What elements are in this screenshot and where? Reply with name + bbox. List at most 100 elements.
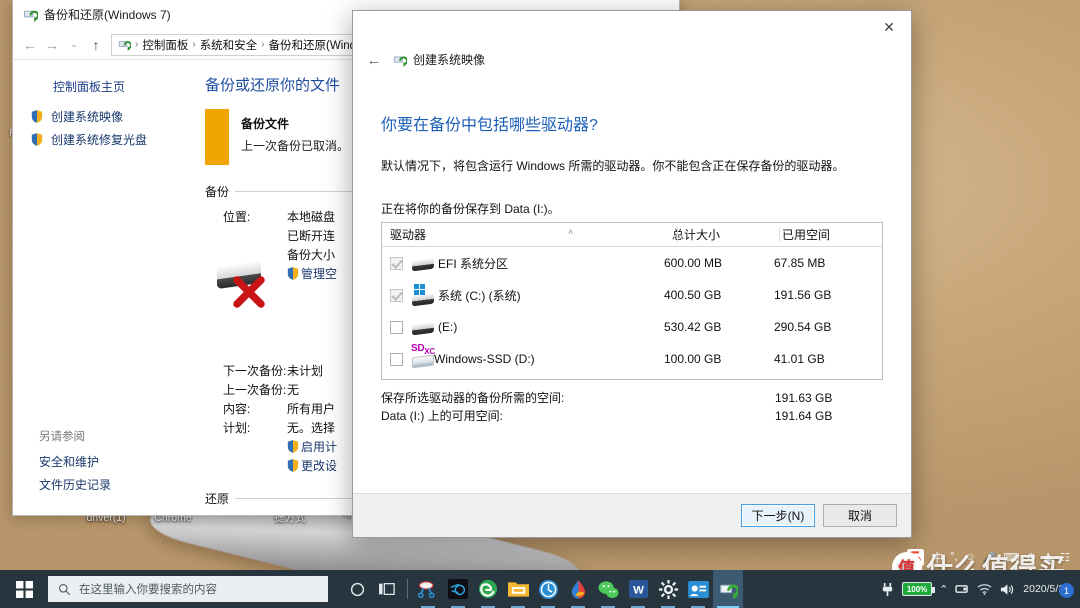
ime-mode-label[interactable]: 中 [931,549,943,566]
back-button[interactable]: ← [19,37,41,53]
ime-apps-icon[interactable]: ☷ [1060,551,1070,564]
drive-checkbox[interactable] [390,256,403,270]
edge-legacy-icon[interactable] [473,570,503,608]
sidebar-item-file-history[interactable]: 文件历史记录 [39,473,199,496]
breadcrumb-sep-1: › [192,39,196,50]
shield-icon [31,110,43,123]
drive-checkbox[interactable] [390,288,403,302]
cancel-button[interactable]: 取消 [823,504,897,527]
settings-gear-icon[interactable] [653,570,683,608]
search-placeholder: 在这里输入你要搜索的内容 [79,584,217,596]
ime-toolbox-icon[interactable]: ⚙ [1026,551,1036,564]
create-system-image-icon[interactable] [713,570,743,608]
drive-checkbox[interactable] [390,320,403,334]
sdxc-card-icon: SDXC [410,343,438,370]
backup-restore-icon [23,10,38,22]
forward-button[interactable]: → [41,37,63,53]
hard-drive-icon [410,252,438,274]
space-summary: 保存所选驱动器的备份所需的空间: 191.63 GB Data (I:) 上的可… [381,380,883,425]
drive-table-header: 驱动器 ˄ 总计大小 已用空间 [382,223,882,247]
table-row[interactable]: 系统 (C:) (系统) 400.50 GB 191.56 GB [382,279,882,311]
back-icon[interactable]: ← [363,49,385,71]
next-button[interactable]: 下一步(N) [741,504,815,527]
ime-keyboard-icon[interactable]: ⌨ [1003,551,1019,564]
battery-indicator[interactable]: 100% [902,582,936,596]
breadcrumb-item-0[interactable]: 控制面板 [142,37,188,53]
shield-icon [287,267,299,280]
column-header-used-space[interactable]: 已用空间 [774,226,882,243]
dialog-footer: 下一步(N) 取消 [353,493,911,537]
backup-restore-icon [118,41,131,51]
required-space-value: 191.63 GB [775,391,833,405]
sogou-icon[interactable] [907,548,925,566]
task-view-icon[interactable] [372,570,402,608]
drive-name: (E:) [438,320,458,334]
system-tray: 100% ⌃ 2020/5/23 [880,582,1080,597]
sidebar-item-security-maintenance[interactable]: 安全和维护 [39,450,199,473]
contents-label: 内容: [223,402,251,416]
change-settings-label: 更改设 [301,459,338,473]
breadcrumb-item-1[interactable]: 系统和安全 [200,37,258,53]
card-accent-bar [205,109,229,165]
table-row[interactable]: (E:) 530.42 GB 290.54 GB [382,311,882,343]
drive-table[interactable]: 驱动器 ˄ 总计大小 已用空间 EFI 系统分区 600.00 MB 67.85… [381,222,883,380]
table-row[interactable]: SDXC Windows-SSD (D:) 100.00 GB 41.01 GB [382,343,882,375]
last-backup-label: 上一次备份: [223,383,287,397]
search-input[interactable]: 在这里输入你要搜索的内容 [48,576,328,602]
windows-system-drive-icon [410,284,438,307]
ime-skin-icon[interactable]: ♟ [1043,551,1053,564]
sidebar-item-create-system-image[interactable]: 创建系统映像 [27,105,191,128]
card-description: 上一次备份已取消。 [241,139,350,153]
blender-icon[interactable] [443,570,473,608]
taskbar: 在这里输入你要搜索的内容 W 100% ⌃ 2020/5/23 1 [0,570,1080,608]
close-icon[interactable]: ✕ [867,11,911,43]
sort-ascending-icon: ˄ [568,227,574,237]
usb-eject-icon[interactable] [955,583,970,595]
chevron-up-icon[interactable]: ⌃ [939,583,948,596]
dialog-app-title: 创建系统映像 [393,51,485,68]
wifi-icon[interactable] [977,583,992,595]
contacts-icon[interactable] [683,570,713,608]
recent-locations-button[interactable]: ⌄ [63,39,85,50]
drop-icon[interactable] [563,570,593,608]
file-explorer-icon[interactable] [503,570,533,608]
hard-drive-icon [410,316,438,338]
ime-emoji-icon[interactable]: ☺ [965,551,976,563]
see-also-label: 另请参阅 [39,431,85,443]
drive-total-size: 100.00 GB [664,352,722,366]
ime-punctuation-icon[interactable]: °, [950,551,957,563]
required-space-row: 保存所选驱动器的备份所需的空间: 191.63 GB [381,389,883,407]
word-icon[interactable]: W [623,570,653,608]
wechat-icon[interactable] [593,570,623,608]
shield-icon [31,133,43,146]
volume-icon[interactable] [999,583,1014,596]
ime-toolbar[interactable]: 中 °, ☺ 🎤 ⌨ ⚙ ♟ ☷ [901,546,1076,568]
column-header-drive[interactable]: 驱动器 [382,226,664,243]
drive-total-size: 530.42 GB [664,320,722,334]
create-system-image-icon [393,55,407,67]
column-header-total-size[interactable]: 总计大小 [664,226,774,243]
free-space-label: Data (I:) 上的可用空间: [381,409,504,423]
start-button[interactable] [0,570,48,608]
table-row[interactable]: EFI 系统分区 600.00 MB 67.85 MB [382,247,882,279]
sidebar-item-home[interactable]: 控制面板主页 [27,74,191,105]
sidebar-item-create-repair-disc[interactable]: 创建系统修复光盘 [27,128,191,151]
notification-badge[interactable]: 1 [1059,583,1074,598]
drive-used-space: 191.56 GB [774,288,832,302]
drive-total-size: 400.50 GB [664,288,722,302]
drive-used-space: 67.85 MB [774,256,826,270]
backup-group-label: 备份 [205,185,230,199]
drive-checkbox[interactable] [390,352,403,366]
power-plug-icon[interactable] [880,582,895,597]
restore-group-label: 还原 [205,492,230,506]
disconnected-drive-icon [211,256,283,316]
cortana-circle-icon[interactable] [342,570,372,608]
ime-microphone-icon[interactable]: 🎤 [983,551,997,564]
snipaste-icon[interactable] [413,570,443,608]
drive-name: EFI 系统分区 [438,256,509,271]
up-button[interactable]: ↑ [85,37,107,53]
shield-icon [287,459,299,472]
clock-icon[interactable] [533,570,563,608]
create-system-image-dialog[interactable]: ✕ ← 创建系统映像 你要在备份中包括哪些驱动器? 默认情况下，将包含运行 Wi… [352,10,912,538]
sidebar-item-label: 创建系统修复光盘 [51,133,148,147]
